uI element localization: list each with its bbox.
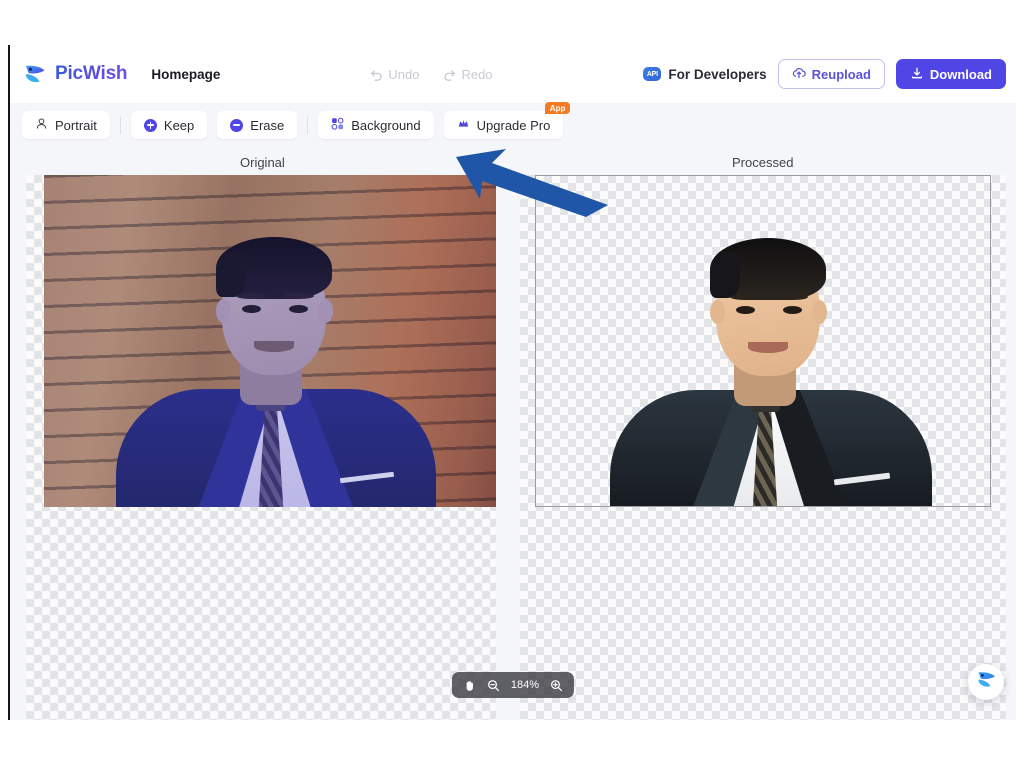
history-controls: Undo Redo (370, 67, 492, 82)
zoom-out-icon[interactable] (487, 679, 500, 692)
header-actions: API For Developers Reupload (643, 45, 1006, 103)
reupload-button[interactable]: Reupload (778, 59, 885, 89)
tool-portrait[interactable]: Portrait (22, 111, 110, 139)
subject-processed (536, 176, 990, 506)
app-header: PicWish Homepage Undo (10, 45, 1016, 103)
undo-label: Undo (388, 67, 419, 82)
tool-upgrade-pro[interactable]: Upgrade Pro App (444, 111, 564, 139)
api-cloud-icon: API (643, 67, 661, 81)
support-chat-button[interactable] (968, 664, 1004, 700)
tool-keep[interactable]: Keep (131, 111, 207, 139)
panel-label-original: Original (240, 155, 285, 170)
background-shapes-icon (331, 117, 344, 133)
tool-background[interactable]: Background (318, 111, 433, 139)
undo-arrow-icon (370, 68, 383, 81)
plus-circle-icon (144, 119, 157, 132)
tool-keep-label: Keep (164, 118, 194, 133)
zoom-level-label: 184% (511, 679, 539, 691)
tool-erase[interactable]: Erase (217, 111, 297, 139)
undo-button[interactable]: Undo (370, 67, 419, 82)
for-developers-label: For Developers (668, 67, 766, 82)
subject-original (44, 175, 496, 507)
redo-button[interactable]: Redo (443, 67, 492, 82)
toolbar-divider (120, 117, 121, 134)
download-button[interactable]: Download (896, 59, 1006, 89)
zoom-in-icon[interactable] (550, 679, 563, 692)
picwish-editor-window: PicWish Homepage Undo (8, 45, 1016, 720)
hand-pan-icon[interactable] (463, 679, 476, 692)
picwish-bird-logo-icon (22, 61, 48, 87)
original-canvas[interactable] (26, 175, 496, 720)
canvas-area: Original Processed (10, 147, 1016, 720)
cloud-upload-icon (792, 66, 806, 83)
redo-label: Redo (461, 67, 492, 82)
toolbar-divider (307, 117, 308, 134)
processed-image[interactable] (535, 175, 991, 507)
person-outline-icon (35, 117, 48, 133)
download-icon (910, 66, 924, 83)
for-developers-link[interactable]: API For Developers (643, 67, 766, 82)
editor-toolbar: Portrait Keep Erase Background (10, 103, 1016, 147)
nav-homepage[interactable]: Homepage (151, 67, 220, 82)
download-label: Download (930, 67, 992, 82)
original-image[interactable] (44, 175, 496, 507)
upgrade-icon (457, 117, 470, 133)
zoom-control[interactable]: 184% (452, 672, 574, 698)
tool-erase-label: Erase (250, 118, 284, 133)
processed-canvas[interactable] (520, 175, 1006, 720)
app-badge: App (545, 102, 571, 114)
brand-name: PicWish (55, 63, 127, 85)
minus-circle-icon (230, 119, 243, 132)
redo-arrow-icon (443, 68, 456, 81)
brand[interactable]: PicWish (22, 61, 127, 87)
tool-background-label: Background (351, 118, 420, 133)
tool-upgrade-pro-label: Upgrade Pro (477, 118, 551, 133)
panel-label-processed: Processed (732, 155, 793, 170)
reupload-label: Reupload (812, 67, 871, 82)
tool-portrait-label: Portrait (55, 118, 97, 133)
picwish-bird-logo-icon (975, 668, 998, 696)
